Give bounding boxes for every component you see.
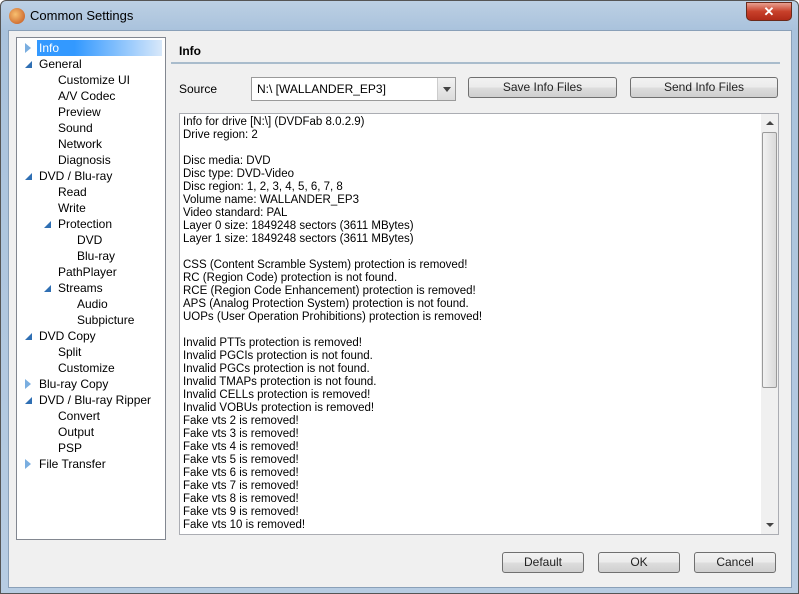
panel-title: Info (179, 44, 201, 58)
info-line: Volume name: WALLANDER_EP3 (183, 194, 359, 206)
tree-item[interactable]: Preview (58, 104, 101, 120)
tree-item[interactable]: Convert (58, 408, 100, 424)
ok-button[interactable]: OK (598, 552, 680, 573)
tree-item[interactable]: Sound (58, 120, 93, 136)
collapse-arrow-icon[interactable] (25, 173, 32, 180)
info-line: Layer 0 size: 1849248 sectors (3611 MByt… (183, 220, 414, 232)
expand-arrow-icon[interactable] (25, 43, 31, 53)
tree-item[interactable]: Subpicture (77, 312, 134, 328)
info-line: Video standard: PAL (183, 207, 288, 219)
tree-item[interactable]: Info (37, 40, 162, 56)
save-info-files-button[interactable]: Save Info Files (468, 77, 617, 98)
info-line (183, 142, 482, 155)
window: Common Settings ✕ Info General Customize U… (0, 0, 799, 594)
tree-item[interactable]: PSP (58, 440, 82, 456)
tree-item[interactable]: DVD (77, 232, 102, 248)
collapse-arrow-icon[interactable] (44, 221, 51, 228)
info-line: Fake vts 10 is removed! (183, 519, 306, 531)
info-line: Fake vts 6 is removed! (183, 467, 299, 479)
source-label: Source (179, 82, 218, 96)
tree-item[interactable]: Output (58, 424, 94, 440)
tree-item[interactable]: Customize UI (58, 72, 130, 88)
collapse-arrow-icon[interactable] (25, 61, 32, 68)
info-line: Fake vts 2 is removed! (183, 415, 299, 427)
info-line (183, 324, 482, 337)
chevron-down-icon[interactable] (437, 78, 455, 100)
info-textarea[interactable]: Info for drive [N:\] (DVDFab 8.0.2.9) Dri… (179, 113, 779, 535)
close-button[interactable]: ✕ (746, 2, 792, 21)
info-line: Fake vts 8 is removed! (183, 493, 299, 505)
info-line: Invalid PGCs protection is not found. (183, 363, 370, 375)
tree-item[interactable]: PathPlayer (58, 264, 117, 280)
tree-item[interactable]: A/V Codec (58, 88, 115, 104)
app-icon (9, 8, 25, 24)
info-line: Fake vts 7 is removed! (183, 480, 299, 492)
cancel-button[interactable]: Cancel (694, 552, 776, 573)
tree-item[interactable]: Audio (77, 296, 108, 312)
info-line: Fake vts 3 is removed! (183, 428, 299, 440)
info-line: RCE (Region Code Enhancement) protection… (183, 285, 476, 297)
info-line: Invalid PTTs protection is removed! (183, 337, 362, 349)
tree-item[interactable]: File Transfer (39, 456, 106, 472)
info-line: Disc region: 1, 2, 3, 4, 5, 6, 7, 8 (183, 181, 343, 193)
scroll-thumb[interactable] (762, 132, 777, 388)
tree-item[interactable]: Streams (58, 280, 103, 296)
tree-item[interactable]: Blu-ray (77, 248, 115, 264)
source-value: N:\ [WALLANDER_EP3] (257, 82, 386, 96)
info-line: Fake vts 4 is removed! (183, 441, 299, 453)
tree-item[interactable]: Split (58, 344, 81, 360)
window-title: Common Settings (30, 8, 134, 23)
tree-item[interactable]: Read (58, 184, 87, 200)
source-select[interactable]: N:\ [WALLANDER_EP3] (251, 77, 456, 101)
tree-item[interactable]: Write (58, 200, 86, 216)
tree-item[interactable]: Blu-ray Copy (39, 376, 108, 392)
info-line: RC (Region Code) protection is not found… (183, 272, 398, 284)
tree-item[interactable]: Customize (58, 360, 115, 376)
info-line: Invalid TMAPs protection is not found. (183, 376, 377, 388)
tree-item[interactable]: DVD / Blu-ray (39, 168, 112, 184)
tree-item[interactable]: Protection (58, 216, 112, 232)
expand-arrow-icon[interactable] (25, 459, 31, 469)
info-line: CSS (Content Scramble System) protection… (183, 259, 468, 271)
info-line: UOPs (User Operation Prohibitions) prote… (183, 311, 483, 323)
info-line: Fake vts 9 is removed! (183, 506, 299, 518)
scroll-down-icon[interactable] (761, 517, 778, 534)
tree-item[interactable]: Network (58, 136, 102, 152)
tree-item[interactable]: DVD / Blu-ray Ripper (39, 392, 151, 408)
info-line: Disc type: DVD-Video (183, 168, 294, 180)
info-line: Drive region: 2 (183, 129, 258, 141)
expand-arrow-icon[interactable] (25, 379, 31, 389)
collapse-arrow-icon[interactable] (25, 333, 32, 340)
info-line: Invalid CELLs protection is removed! (183, 389, 371, 401)
settings-tree[interactable]: Info General Customize UI A/V Codec Preview S… (16, 37, 166, 540)
info-line: APS (Analog Protection System) protectio… (183, 298, 469, 310)
tree-item[interactable]: DVD Copy (39, 328, 96, 344)
header-divider (171, 62, 780, 64)
default-button[interactable]: Default (502, 552, 584, 573)
send-info-files-button[interactable]: Send Info Files (630, 77, 778, 98)
info-line: Invalid VOBUs protection is removed! (183, 402, 375, 414)
info-line: Info for drive [N:\] (DVDFab 8.0.2.9) (183, 116, 365, 128)
tree-item[interactable]: General (39, 56, 82, 72)
tree-item[interactable]: Diagnosis (58, 152, 111, 168)
info-line: Disc media: DVD (183, 155, 271, 167)
info-line (183, 246, 482, 259)
scroll-up-icon[interactable] (761, 114, 778, 131)
collapse-arrow-icon[interactable] (44, 285, 51, 292)
collapse-arrow-icon[interactable] (25, 397, 32, 404)
info-line: Layer 1 size: 1849248 sectors (3611 MByt… (183, 233, 414, 245)
info-line: Invalid PGCIs protection is not found. (183, 350, 373, 362)
vertical-scrollbar[interactable] (761, 114, 778, 534)
info-line: Fake vts 5 is removed! (183, 454, 299, 466)
